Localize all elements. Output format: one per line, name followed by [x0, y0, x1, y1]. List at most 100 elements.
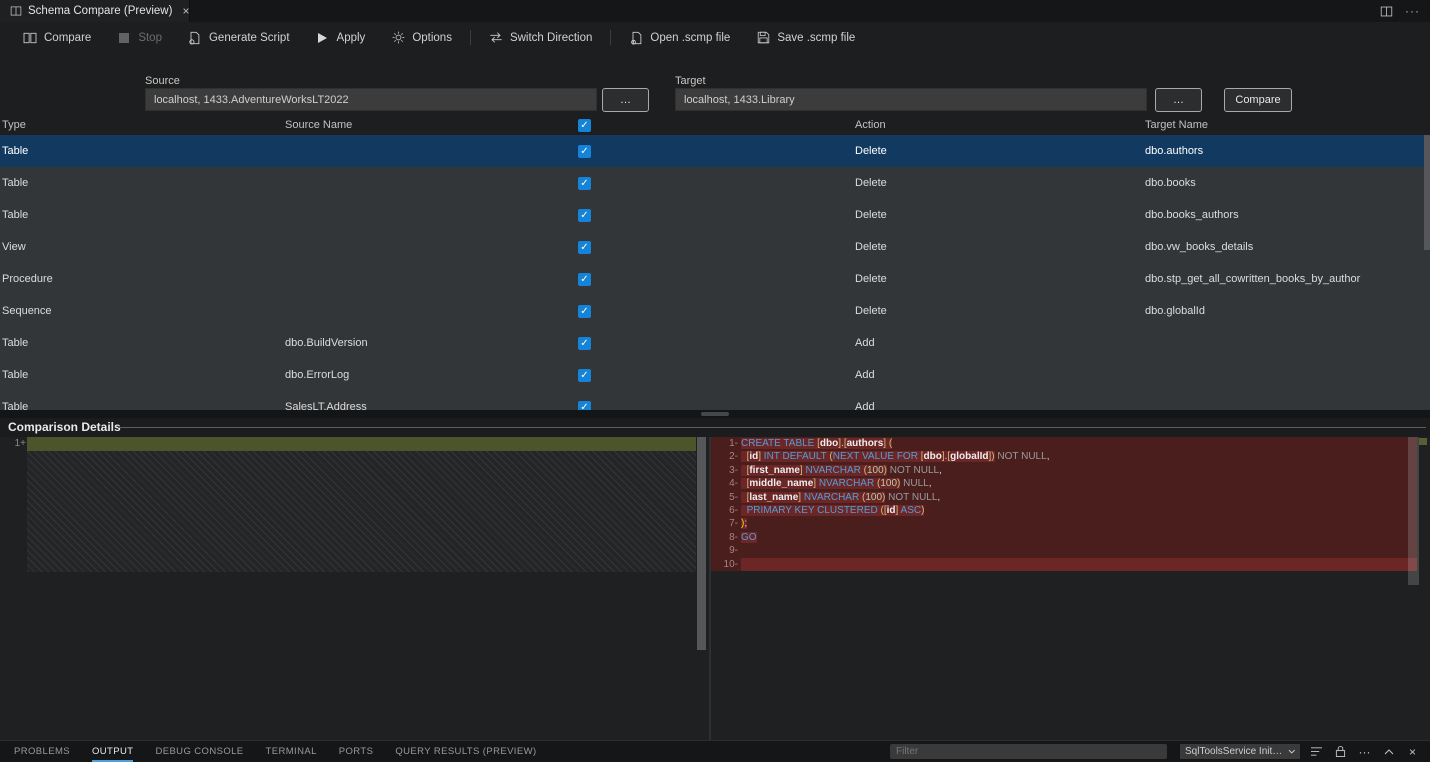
schema-compare-toolbar: Compare Stop Generate Script Apply Optio… — [0, 22, 1430, 53]
open-file-icon — [629, 31, 643, 45]
script-file-icon — [188, 31, 202, 45]
toolbar-separator — [610, 30, 611, 45]
table-row[interactable]: Table✓Deletedbo.books_authors — [0, 199, 1430, 231]
panel-tab-terminal[interactable]: TERMINAL — [266, 741, 317, 762]
row-include-checkbox[interactable]: ✓ — [578, 145, 591, 158]
close-panel-icon[interactable]: × — [1405, 744, 1420, 759]
compare-icon — [23, 31, 37, 45]
overview-ruler-added-mark — [1419, 438, 1427, 445]
diff-right-scrollbar[interactable] — [1408, 437, 1430, 740]
more-actions-icon[interactable]: ··· — [1357, 744, 1372, 759]
diff-left-scrollbar[interactable] — [697, 437, 706, 650]
row-action: Delete — [855, 241, 1145, 253]
stop-label: Stop — [138, 32, 162, 44]
panel-tabs: PROBLEMS OUTPUT DEBUG CONSOLE TERMINAL PORTS… — [0, 741, 537, 762]
switch-direction-button[interactable]: Switch Direction — [476, 26, 605, 50]
source-browse-button[interactable]: … — [602, 88, 649, 112]
table-row[interactable]: Tabledbo.BuildVersion✓Add — [0, 327, 1430, 359]
diff-right-code: 1-CREATE TABLE [dbo].[authors] (2- [id] … — [711, 437, 1417, 571]
diff-deleted-line: 4- [middle_name] NVARCHAR (100) NULL, — [711, 477, 1417, 490]
row-include-checkbox[interactable]: ✓ — [578, 401, 591, 411]
column-header-source-name[interactable]: Source Name — [285, 119, 578, 131]
panel-tab-problems[interactable]: PROBLEMS — [14, 741, 70, 762]
row-include-checkbox[interactable]: ✓ — [578, 369, 591, 382]
row-type: Table — [2, 145, 285, 157]
row-source-name: SalesLT.Address — [285, 401, 578, 410]
gear-icon — [391, 31, 405, 45]
target-input[interactable] — [675, 88, 1147, 111]
tab-close-icon[interactable]: × — [182, 4, 189, 18]
row-action: Delete — [855, 305, 1145, 317]
diff-deleted-line: 2- [id] INT DEFAULT (NEXT VALUE FOR [dbo… — [711, 450, 1417, 463]
column-header-target-name[interactable]: Target Name — [1145, 119, 1430, 131]
panel-tab-output[interactable]: OUTPUT — [92, 741, 133, 762]
row-action: Add — [855, 369, 1145, 381]
table-row[interactable]: Sequence✓Deletedbo.globalId — [0, 295, 1430, 327]
panel-tab-query-results-preview[interactable]: QUERY RESULTS (PREVIEW) — [395, 741, 536, 762]
diff-right-scroll-thumb[interactable] — [1408, 437, 1419, 585]
table-row[interactable]: Tabledbo.ErrorLog✓Add — [0, 359, 1430, 391]
diff-filler-hatch — [27, 451, 696, 572]
row-type: Procedure — [2, 273, 285, 285]
row-action: Add — [855, 337, 1145, 349]
compare-action-button[interactable]: Compare — [1224, 88, 1292, 112]
generate-script-button[interactable]: Generate Script — [175, 26, 303, 50]
diff-deleted-line: 8-GO — [711, 531, 1417, 544]
open-scmp-button[interactable]: Open .scmp file — [616, 26, 743, 50]
diff-deleted-line: 5- [last_name] NVARCHAR (100) NOT NULL, — [711, 491, 1417, 504]
table-row[interactable]: TableSalesLT.Address✓Add — [0, 391, 1430, 410]
table-row[interactable]: Table✓Deletedbo.authors — [0, 135, 1430, 167]
save-scmp-button[interactable]: Save .scmp file — [743, 26, 868, 50]
row-include-checkbox[interactable]: ✓ — [578, 209, 591, 222]
select-all-checkbox[interactable]: ✓ — [578, 119, 591, 132]
table-row[interactable]: Table✓Deletedbo.books — [0, 167, 1430, 199]
row-include-checkbox[interactable]: ✓ — [578, 337, 591, 350]
save-scmp-label: Save .scmp file — [777, 32, 855, 44]
source-input[interactable] — [145, 88, 597, 111]
split-editor-icon[interactable] — [1379, 4, 1393, 18]
maximize-panel-icon[interactable] — [1381, 744, 1396, 759]
row-include-checkbox[interactable]: ✓ — [578, 305, 591, 318]
column-header-action[interactable]: Action — [855, 119, 1145, 131]
target-browse-button[interactable]: … — [1155, 88, 1202, 112]
sash-grip[interactable] — [701, 412, 729, 416]
diff-left-gutter: 1+ — [0, 437, 26, 450]
row-target-name: dbo.globalId — [1145, 305, 1430, 317]
table-row[interactable]: View✓Deletedbo.vw_books_details — [0, 231, 1430, 263]
save-icon — [756, 31, 770, 45]
row-include-checkbox[interactable]: ✓ — [578, 241, 591, 254]
diff-deleted-line: 7-); — [711, 517, 1417, 530]
output-channel-value: SqlToolsService Initializ — [1185, 746, 1283, 757]
lock-icon[interactable] — [1333, 744, 1348, 759]
grid-scrollbar[interactable] — [1424, 135, 1430, 410]
grid-rows: Table✓Deletedbo.authorsTable✓Deletedbo.b… — [0, 135, 1430, 410]
diff-deleted-line: 9- — [711, 544, 1417, 557]
toolbar-separator — [470, 30, 471, 45]
panel-tab-debug-console[interactable]: DEBUG CONSOLE — [155, 741, 243, 762]
horizontal-sash[interactable] — [0, 410, 1430, 418]
row-type: Table — [2, 401, 285, 410]
apply-button[interactable]: Apply — [303, 26, 379, 50]
output-channel-select[interactable]: SqlToolsService Initializ — [1180, 744, 1300, 759]
row-include-checkbox[interactable]: ✓ — [578, 273, 591, 286]
results-grid-header: Type Source Name ✓ Action Target Name — [0, 115, 1430, 135]
diff-source-pane[interactable]: 1+ — [0, 437, 709, 740]
row-target-name: dbo.stp_get_all_cowritten_books_by_autho… — [1145, 273, 1430, 285]
column-header-type[interactable]: Type — [2, 119, 285, 131]
output-filter-input[interactable] — [890, 744, 1167, 759]
options-button[interactable]: Options — [378, 26, 465, 50]
clear-output-icon[interactable] — [1309, 744, 1324, 759]
row-include-checkbox[interactable]: ✓ — [578, 177, 591, 190]
stop-toolbar-button[interactable]: Stop — [104, 26, 175, 50]
table-row[interactable]: Procedure✓Deletedbo.stp_get_all_cowritte… — [0, 263, 1430, 295]
compare-toolbar-button[interactable]: Compare — [10, 26, 104, 50]
switch-direction-label: Switch Direction — [510, 32, 592, 44]
editor-more-actions-icon[interactable]: ··· — [1405, 4, 1420, 18]
bottom-panel: PROBLEMS OUTPUT DEBUG CONSOLE TERMINAL PORTS… — [0, 740, 1430, 762]
panel-tab-ports[interactable]: PORTS — [339, 741, 374, 762]
diff-deleted-line: 10- — [711, 558, 1417, 571]
details-divider — [118, 427, 1426, 428]
tab-schema-compare[interactable]: Schema Compare (Preview) × — [0, 0, 190, 22]
diff-target-pane[interactable]: 1-CREATE TABLE [dbo].[authors] (2- [id] … — [711, 437, 1430, 740]
row-action: Delete — [855, 177, 1145, 189]
